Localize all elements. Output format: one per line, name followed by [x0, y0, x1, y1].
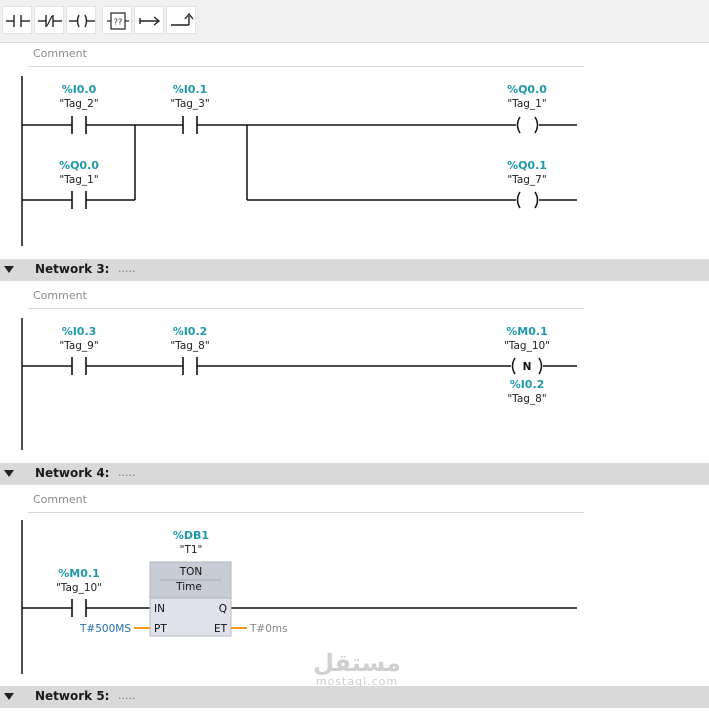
- contact-i0-1[interactable]: %I0.1 "Tag_3": [170, 83, 210, 134]
- timer-et-pin: ET: [214, 623, 228, 635]
- coil-tag: "Tag_1": [507, 98, 546, 110]
- contact-address: %M0.1: [58, 567, 99, 580]
- coil-memory-tag: "Tag_8": [507, 393, 546, 405]
- contact-tag: "Tag_3": [170, 98, 209, 110]
- contact-address: %I0.2: [173, 325, 208, 338]
- coil-tag: "Tag_10": [504, 340, 550, 352]
- coil-edge-letter: N: [523, 361, 532, 373]
- contact-address: %I0.1: [173, 83, 208, 96]
- negative-edge-coil-m0-1[interactable]: N %M0.1 "Tag_10" %I0.2 "Tag_8": [504, 325, 550, 405]
- watermark-logo: مستقل mostaql.com: [312, 650, 402, 688]
- contact-i0-3[interactable]: %I0.3 "Tag_9": [59, 325, 99, 375]
- coil-address: %Q0.0: [507, 83, 547, 96]
- coil-memory-address: %I0.2: [510, 378, 545, 391]
- contact-q0-0[interactable]: %Q0.0 "Tag_1": [59, 159, 99, 209]
- timer-pt-pin: PT: [154, 623, 167, 635]
- contact-tag: "Tag_1": [59, 174, 98, 186]
- coil-tag: "Tag_7": [507, 174, 546, 186]
- contact-address: %Q0.0: [59, 159, 99, 172]
- timer-in-pin: IN: [154, 603, 165, 615]
- timer-type: TON: [179, 566, 203, 578]
- contact-address: %I0.0: [62, 83, 97, 96]
- watermark-arabic: مستقل: [313, 649, 401, 677]
- contact-tag: "Tag_2": [59, 98, 98, 110]
- contact-tag: "Tag_9": [59, 340, 98, 352]
- timer-q-pin: Q: [219, 603, 227, 615]
- contact-tag: "Tag_10": [56, 582, 102, 594]
- contact-m0-1[interactable]: %M0.1 "Tag_10": [56, 567, 102, 617]
- coil-address: %M0.1: [506, 325, 547, 338]
- pt-value[interactable]: T#500MS: [79, 623, 131, 635]
- ladder-diagram: %I0.0 "Tag_2" %I0.1 "Tag_3" %Q0.0 "Tag_1…: [21, 76, 577, 674]
- watermark-latin: mostaql.com: [315, 675, 399, 688]
- timer-instance-name: "T1": [180, 544, 203, 556]
- contact-address: %I0.3: [62, 325, 97, 338]
- timer-db-address: %DB1: [173, 529, 209, 542]
- ton-timer-block[interactable]: %DB1 "T1" TON Time IN Q PT ET: [149, 529, 232, 637]
- timer-subtype[interactable]: Time: [175, 581, 202, 593]
- contact-tag: "Tag_8": [170, 340, 209, 352]
- coil-address: %Q0.1: [507, 159, 547, 172]
- contact-i0-0[interactable]: %I0.0 "Tag_2": [59, 83, 99, 134]
- contact-i0-2[interactable]: %I0.2 "Tag_8": [170, 325, 210, 375]
- et-value[interactable]: T#0ms: [249, 623, 288, 635]
